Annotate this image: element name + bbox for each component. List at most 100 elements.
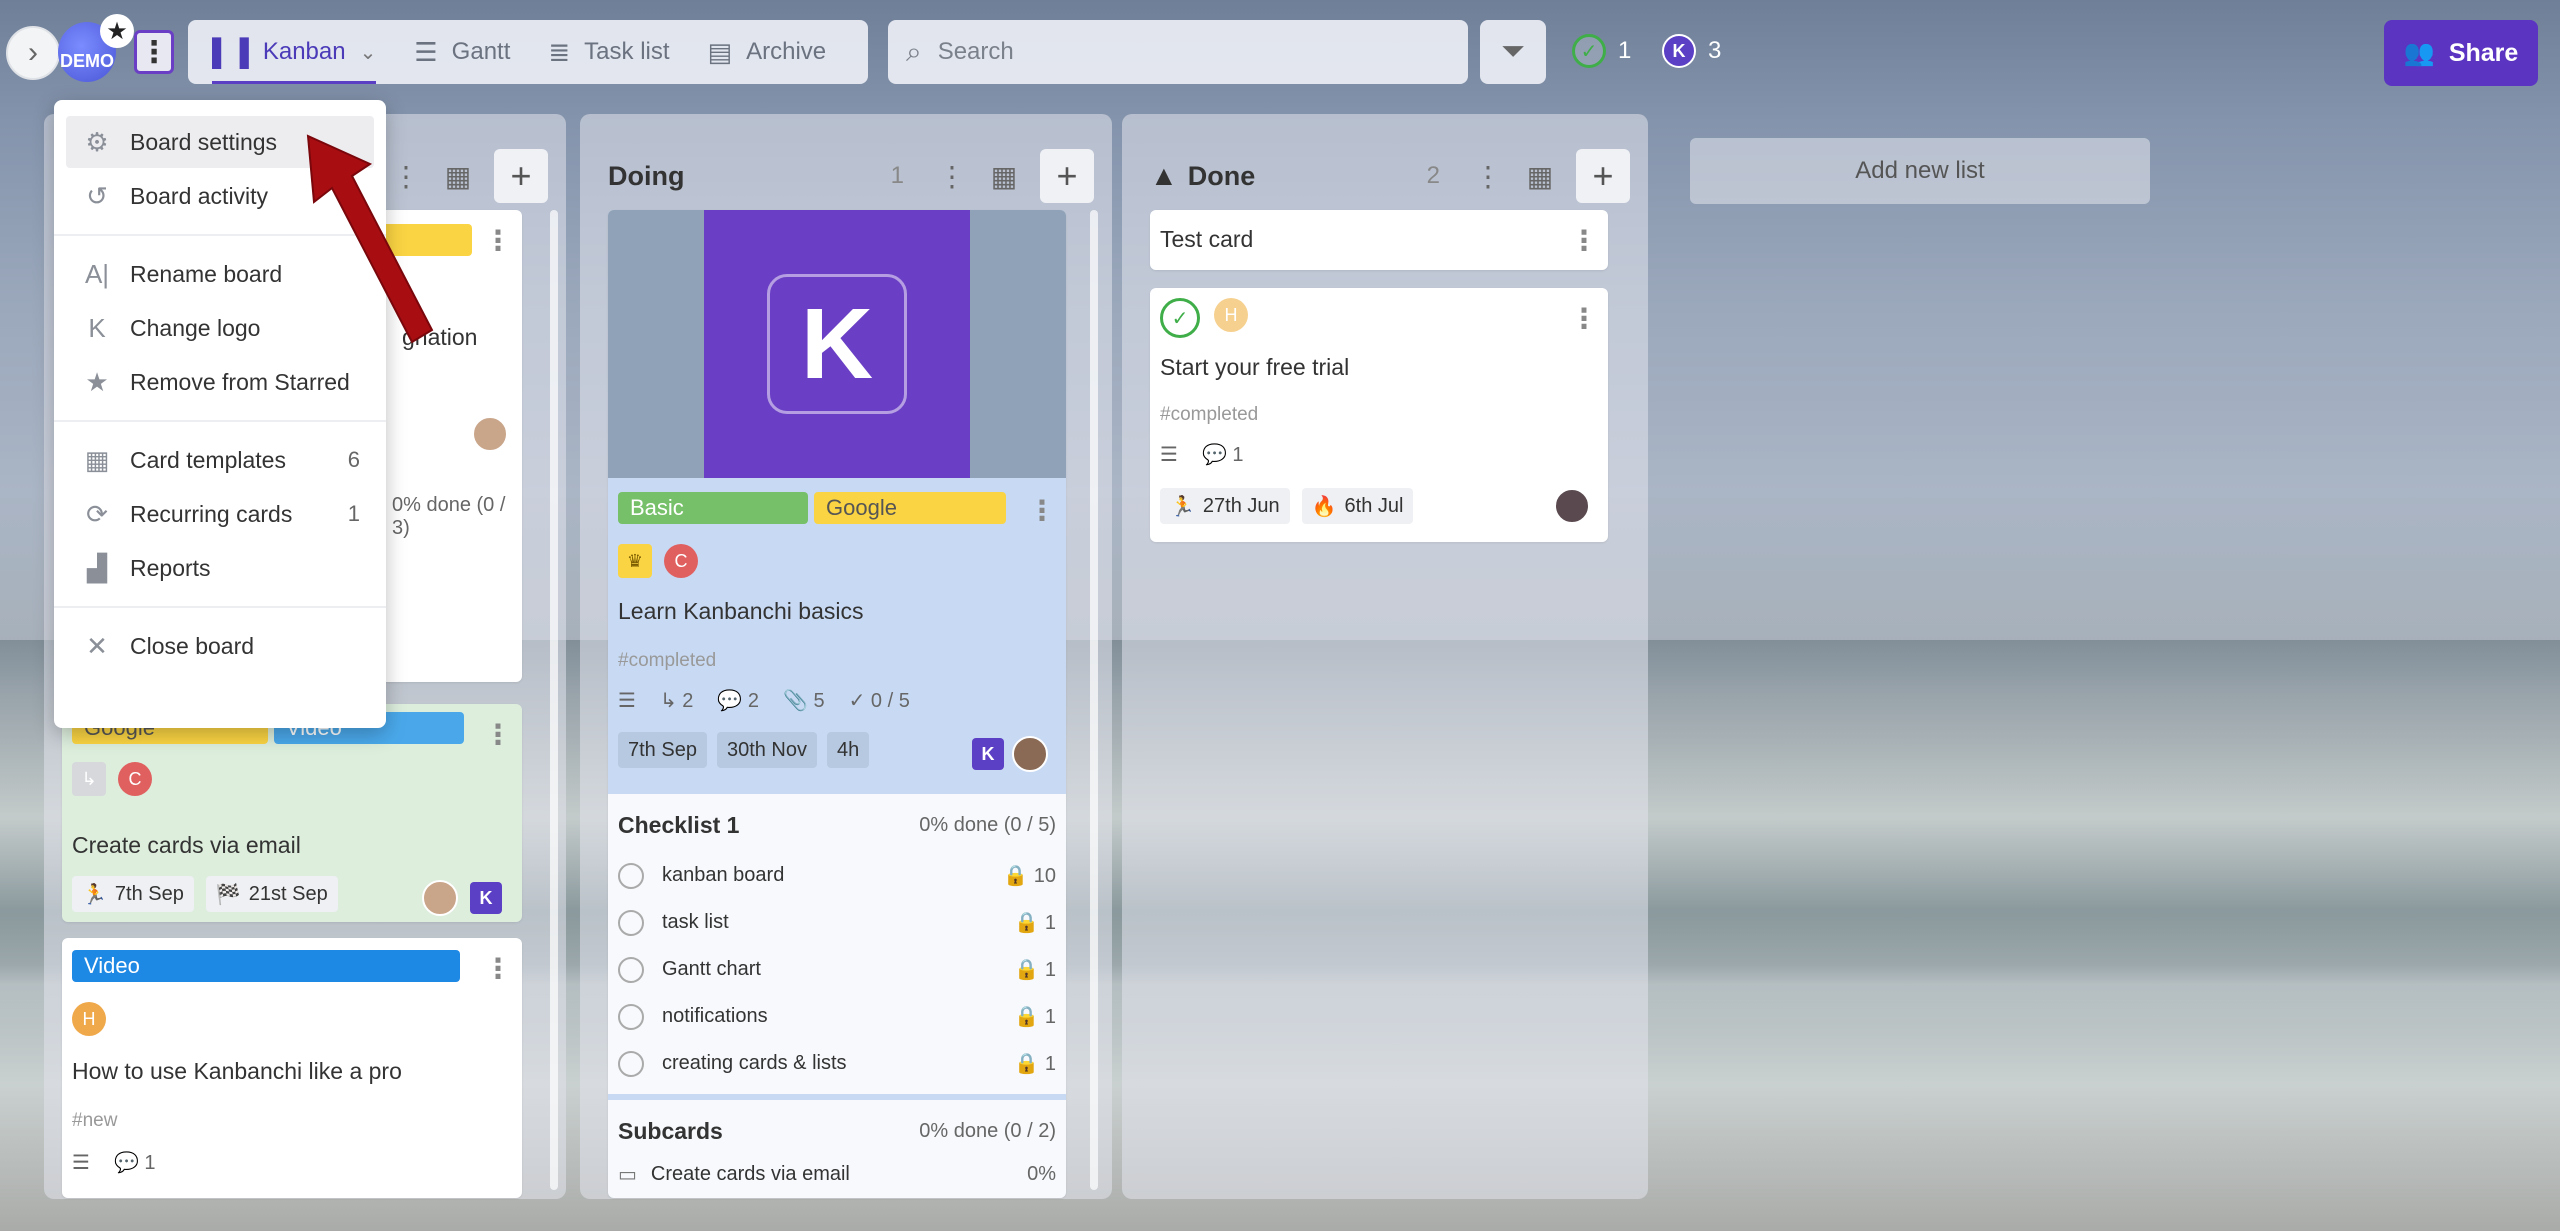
- comments-indicator: 💬 2: [717, 690, 759, 712]
- card[interactable]: Video ⋮ H How to use Kanbanchi like a pr…: [62, 938, 522, 1198]
- list-header: ▲ Done 2 ⋮ ▦ +: [1150, 146, 1630, 206]
- crown-icon: ♛: [618, 544, 652, 578]
- subcards-indicator: ↳ 2: [659, 690, 694, 712]
- annotation-arrow-icon: [306, 134, 434, 344]
- members-indicator[interactable]: K 3: [1662, 34, 1721, 68]
- recurring-icon: ⟳: [86, 498, 108, 529]
- checklist-item[interactable]: Gantt chart 🔒 1: [618, 946, 1056, 993]
- card-menu-icon[interactable]: ⋮: [1570, 224, 1598, 257]
- checkbox[interactable]: [618, 956, 644, 983]
- expand-sidebar-button[interactable]: ›: [6, 26, 60, 80]
- fire-icon: 🔥: [1311, 495, 1337, 518]
- list-doing: Doing 1 ⋮ ▦ + K Basic Google ⋮ ♛ C Learn…: [580, 114, 1112, 1199]
- add-card-button[interactable]: +: [494, 149, 548, 203]
- start-date-chip[interactable]: 7th Sep: [618, 732, 707, 768]
- share-users-icon: 👥: [2403, 38, 2435, 67]
- search-input[interactable]: ⌕ Search: [888, 20, 1468, 84]
- runner-icon: 🏃: [82, 883, 107, 906]
- kanbanchi-logo: K: [767, 274, 907, 414]
- checklist-item[interactable]: kanban board 🔒 10: [618, 852, 1056, 899]
- badge-c: C: [118, 762, 152, 796]
- board-menu-button[interactable]: ⋮: [134, 30, 174, 74]
- card-menu-icon[interactable]: ⋮: [484, 224, 512, 257]
- checklist-item[interactable]: task list 🔒 1: [618, 899, 1056, 946]
- menu-item-card-templates[interactable]: ▦ Card templates 6: [66, 434, 374, 486]
- card[interactable]: K Basic Google ⋮ ♛ C Learn Kanbanchi bas…: [608, 210, 1066, 1198]
- runner-icon: 🏃: [1170, 495, 1195, 518]
- templates-icon: ▦: [84, 444, 110, 475]
- subcard-icon: ↳: [72, 762, 106, 796]
- avatar: [1554, 488, 1590, 524]
- completed-icon[interactable]: ✓: [1160, 298, 1200, 338]
- subcards-block: Subcards 0% done (0 / 2) ▭ Create cards …: [608, 1100, 1066, 1198]
- menu-item-remove-starred[interactable]: ★ Remove from Starred: [66, 356, 374, 408]
- chevron-right-icon: ›: [28, 36, 38, 69]
- card[interactable]: ⋮ ✓ H Start your free trial #completed ☰…: [1150, 288, 1608, 542]
- filter-icon: ⏷: [1501, 35, 1525, 68]
- view-tabs: ▌▐ Kanban ⌄ ☰ Gantt ≣ Task list ▤ Archiv…: [188, 20, 868, 84]
- logo-icon: K: [88, 312, 106, 343]
- close-icon: ✕: [86, 630, 108, 661]
- menu-divider: [54, 606, 386, 608]
- checkbox[interactable]: [618, 1003, 644, 1030]
- due-date-chip[interactable]: 🏁 21st Sep: [205, 876, 338, 912]
- subcard-item[interactable]: ▭ Create cards via email 0%: [618, 1162, 1056, 1187]
- tab-task-list[interactable]: ≣ Task list: [548, 20, 669, 84]
- list-icon: ≣: [548, 36, 571, 67]
- card-menu-icon[interactable]: ⋮: [484, 718, 512, 751]
- rename-icon: A|: [84, 258, 110, 289]
- add-card-button[interactable]: +: [1576, 149, 1630, 203]
- checkbox[interactable]: [618, 909, 644, 936]
- star-icon[interactable]: ★: [100, 14, 134, 48]
- card-menu-icon[interactable]: ⋮: [484, 952, 512, 985]
- menu-item-reports[interactable]: ▟ Reports: [66, 542, 374, 594]
- card-menu-icon[interactable]: ⋮: [1028, 494, 1056, 527]
- card-cover: K: [608, 210, 1066, 478]
- card-view-icon[interactable]: ▦: [1514, 150, 1566, 202]
- card-view-icon[interactable]: ▦: [978, 150, 1030, 202]
- due-date-chip[interactable]: 30th Nov: [716, 732, 818, 768]
- lock-icon: 🔒 1: [1014, 1006, 1056, 1028]
- checkbox[interactable]: [618, 862, 644, 889]
- checklist-item[interactable]: notifications 🔒 1: [618, 993, 1056, 1040]
- top-bar: › DEMO ★ ⋮ ▌▐ Kanban ⌄ ☰ Gantt ≣ Task li…: [0, 0, 2560, 104]
- scrollbar[interactable]: [1090, 210, 1098, 1190]
- checklist-block: Checklist 1 0% done (0 / 5) kanban board…: [608, 794, 1066, 1094]
- kebab-icon[interactable]: ⋮: [926, 150, 978, 202]
- avatar: K: [1662, 34, 1696, 68]
- card-icon: ▭: [618, 1164, 637, 1186]
- share-button[interactable]: 👥 Share: [2384, 20, 2538, 86]
- filter-button[interactable]: ⏷: [1480, 20, 1546, 84]
- card-menu-icon[interactable]: ⋮: [1570, 302, 1598, 335]
- menu-item-close-board[interactable]: ✕ Close board: [66, 620, 374, 672]
- checkbox[interactable]: [618, 1050, 644, 1077]
- lock-icon: 🔒 1: [1014, 959, 1056, 981]
- done-cards-indicator[interactable]: ✓ 1: [1572, 34, 1631, 68]
- add-card-button[interactable]: +: [1040, 149, 1094, 203]
- gantt-icon: ☰: [414, 36, 438, 67]
- menu-divider: [54, 420, 386, 422]
- add-new-list-button[interactable]: Add new list: [1690, 138, 2150, 204]
- tab-gantt[interactable]: ☰ Gantt: [414, 20, 510, 84]
- scrollbar[interactable]: [550, 210, 558, 1190]
- chevron-down-icon[interactable]: ⌄: [360, 40, 377, 65]
- card[interactable]: Test card ⋮: [1150, 210, 1608, 270]
- star-icon: ★: [85, 366, 109, 397]
- start-date-chip[interactable]: 🏃 27th Jun: [1160, 488, 1290, 524]
- card[interactable]: Google Video ⋮ ↳ C Create cards via emai…: [62, 704, 522, 922]
- list-header: Doing 1 ⋮ ▦ +: [608, 146, 1094, 206]
- comments-indicator: 💬 1: [1201, 444, 1244, 466]
- menu-item-recurring-cards[interactable]: ⟳ Recurring cards 1: [66, 488, 374, 540]
- estimate-chip[interactable]: 4h: [827, 732, 870, 768]
- start-date-chip[interactable]: 🏃 7th Sep: [72, 876, 194, 912]
- tab-archive[interactable]: ▤ Archive: [708, 20, 827, 84]
- checklist-item[interactable]: creating cards & lists 🔒 1: [618, 1040, 1056, 1087]
- kebab-icon[interactable]: ⋮: [1462, 150, 1514, 202]
- due-date-chip[interactable]: 🔥 6th Jul: [1301, 488, 1414, 524]
- warning-icon: ▲: [1150, 160, 1178, 191]
- description-icon: ☰: [618, 690, 636, 712]
- lock-icon: 🔒 1: [1014, 1053, 1056, 1075]
- finish-icon: 🏁: [215, 883, 241, 906]
- tab-kanban[interactable]: ▌▐ Kanban ⌄: [212, 20, 377, 84]
- list-done: ▲ Done 2 ⋮ ▦ + Test card ⋮ ⋮ ✓ H Start y…: [1122, 114, 1648, 1199]
